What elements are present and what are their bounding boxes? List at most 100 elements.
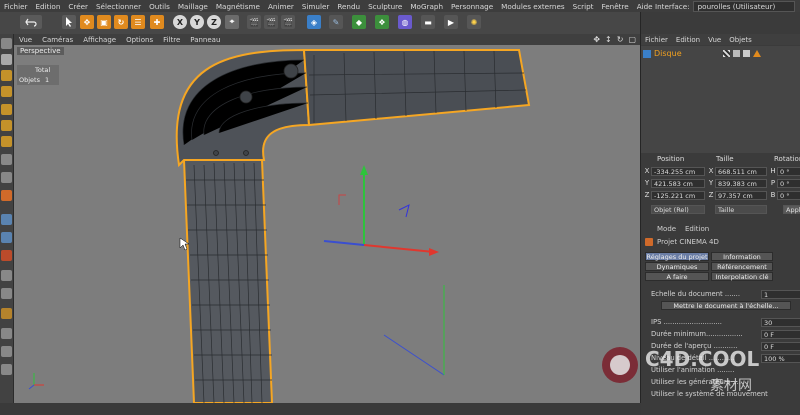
- coord-system-icon[interactable]: ⌖: [225, 15, 239, 29]
- menu-item[interactable]: Edition: [32, 2, 65, 11]
- pan-view-icon[interactable]: ✥: [593, 35, 600, 44]
- zoom-view-icon[interactable]: ↕: [605, 35, 612, 44]
- object-name[interactable]: Disque: [654, 49, 682, 58]
- menu-item[interactable]: Simuler: [298, 2, 334, 11]
- document-scale-field[interactable]: 1: [761, 290, 800, 299]
- menu-item[interactable]: Rendu: [333, 2, 364, 11]
- light-icon[interactable]: ✺: [467, 15, 481, 29]
- model-mode-icon[interactable]: [1, 54, 12, 65]
- menu-item[interactable]: MoGraph: [406, 2, 447, 11]
- axis-mode-icon[interactable]: [1, 154, 12, 165]
- array-icon[interactable]: ❖: [375, 15, 389, 29]
- attr-menu-edition[interactable]: Edition: [685, 225, 709, 233]
- rotation-p-field[interactable]: 0 °: [777, 179, 800, 188]
- layout-icon[interactable]: [1, 364, 12, 375]
- planar-workplane-icon[interactable]: [1, 232, 12, 243]
- obj-menu-edition[interactable]: Edition: [672, 36, 704, 44]
- size-x-field[interactable]: 668.511 cm: [715, 167, 767, 176]
- tab-project-settings[interactable]: Réglages du projet: [645, 252, 709, 261]
- rotation-b-field[interactable]: 0 °: [777, 191, 800, 200]
- hair-icon[interactable]: [1, 346, 12, 357]
- menu-item[interactable]: Créer: [64, 2, 92, 11]
- render-region-icon[interactable]: 🎬: [247, 15, 261, 29]
- menu-item[interactable]: Maillage: [174, 2, 212, 11]
- select-icon[interactable]: [62, 15, 76, 29]
- menu-item[interactable]: Magnétisme: [212, 2, 264, 11]
- make-editable-icon[interactable]: [1, 38, 12, 49]
- viewport-camera-label[interactable]: Perspective: [17, 47, 64, 55]
- apply-button[interactable]: Appl: [783, 205, 800, 214]
- cube-icon[interactable]: ◈: [307, 15, 321, 29]
- menu-item[interactable]: Script: [569, 2, 598, 11]
- fps-field[interactable]: 30: [761, 318, 800, 327]
- position-x-field[interactable]: -334.255 cm: [651, 167, 705, 176]
- python-icon[interactable]: [1, 288, 12, 299]
- solo-icon[interactable]: [1, 250, 12, 261]
- menu-item[interactable]: Aide: [633, 2, 657, 11]
- rotate-view-icon[interactable]: ↻: [617, 35, 624, 44]
- interface-selector[interactable]: Interface: pourolles (Utilisateur): [655, 1, 795, 12]
- render-settings-icon[interactable]: 🎬: [281, 15, 295, 29]
- viewport-menu-item[interactable]: Caméras: [37, 36, 78, 44]
- size-z-field[interactable]: 97.357 cm: [715, 191, 767, 200]
- visibility-icon[interactable]: [732, 50, 740, 57]
- polygons-mode-icon[interactable]: [1, 136, 12, 147]
- obj-menu-vue[interactable]: Vue: [704, 36, 725, 44]
- snap-icon[interactable]: [1, 190, 12, 201]
- perspective-viewport[interactable]: Perspective Total Objets 1: [14, 45, 640, 403]
- scale-icon[interactable]: ▣: [97, 15, 111, 29]
- floor-icon[interactable]: ▬: [421, 15, 435, 29]
- x-axis-icon[interactable]: X: [173, 15, 187, 29]
- position-y-field[interactable]: 421.583 cm: [651, 179, 705, 188]
- phong-tag-icon[interactable]: [722, 50, 730, 57]
- menu-item[interactable]: Sculpture: [364, 2, 406, 11]
- cloth-icon[interactable]: [1, 328, 12, 339]
- object-row[interactable]: Disque: [643, 49, 761, 58]
- tab-todo[interactable]: A faire: [645, 272, 709, 281]
- y-axis-icon[interactable]: Y: [190, 15, 204, 29]
- obj-menu-objets[interactable]: Objets: [725, 36, 756, 44]
- pen-icon[interactable]: ✎: [329, 15, 343, 29]
- texture-mode-icon[interactable]: [1, 70, 12, 81]
- viewport-menu-item[interactable]: Options: [121, 36, 158, 44]
- tweak-mode-icon[interactable]: [1, 172, 12, 183]
- warning-tag-icon[interactable]: [752, 50, 761, 57]
- menu-item[interactable]: Animer: [264, 2, 298, 11]
- workplane-icon[interactable]: [1, 86, 12, 97]
- tab-key-interpolation[interactable]: Interpolation clé: [711, 272, 773, 281]
- obj-menu-fichier[interactable]: Fichier: [641, 36, 672, 44]
- camera-icon[interactable]: ▶: [444, 15, 458, 29]
- rotate-icon[interactable]: ↻: [114, 15, 128, 29]
- rotation-h-field[interactable]: 0 °: [777, 167, 800, 176]
- render-view-icon[interactable]: 🎬: [264, 15, 278, 29]
- deformer-icon[interactable]: ◍: [398, 15, 412, 29]
- menu-item[interactable]: Outils: [145, 2, 174, 11]
- menu-item[interactable]: Fenêtre: [598, 2, 633, 11]
- edges-mode-icon[interactable]: [1, 120, 12, 131]
- size-y-field[interactable]: 839.383 cm: [715, 179, 767, 188]
- script-icon[interactable]: [1, 308, 12, 319]
- material-tag-icon[interactable]: [742, 50, 750, 57]
- subdivide-icon[interactable]: ◆: [352, 15, 366, 29]
- tab-referencing[interactable]: Référencement: [711, 262, 773, 271]
- points-mode-icon[interactable]: [1, 104, 12, 115]
- size-mode-dropdown[interactable]: Taille: [715, 205, 767, 214]
- menu-item[interactable]: Fichier: [0, 2, 32, 11]
- coord-mode-dropdown[interactable]: Objet (Rel): [651, 205, 705, 214]
- z-axis-icon[interactable]: Z: [207, 15, 221, 29]
- viewport-menu-item[interactable]: Vue: [14, 36, 37, 44]
- menu-item[interactable]: Personnage: [447, 2, 497, 11]
- lock-workplane-icon[interactable]: [1, 214, 12, 225]
- position-z-field[interactable]: -125.221 cm: [651, 191, 705, 200]
- recent-tools-icon[interactable]: ☰: [131, 15, 145, 29]
- viewport-menu-item[interactable]: Filtre: [158, 36, 185, 44]
- undo-icon[interactable]: [20, 15, 42, 29]
- menu-item[interactable]: Modules externes: [497, 2, 569, 11]
- tab-dynamics[interactable]: Dynamiques: [645, 262, 709, 271]
- viewport-menu-item[interactable]: Affichage: [78, 36, 121, 44]
- viewport-menu-item[interactable]: Panneau: [185, 36, 225, 44]
- cross-icon[interactable]: ✚: [150, 15, 164, 29]
- interface-dropdown[interactable]: pourolles (Utilisateur): [692, 1, 795, 12]
- scale-document-button[interactable]: Mettre le document à l'échelle...: [661, 301, 791, 310]
- move-icon[interactable]: ✥: [80, 15, 94, 29]
